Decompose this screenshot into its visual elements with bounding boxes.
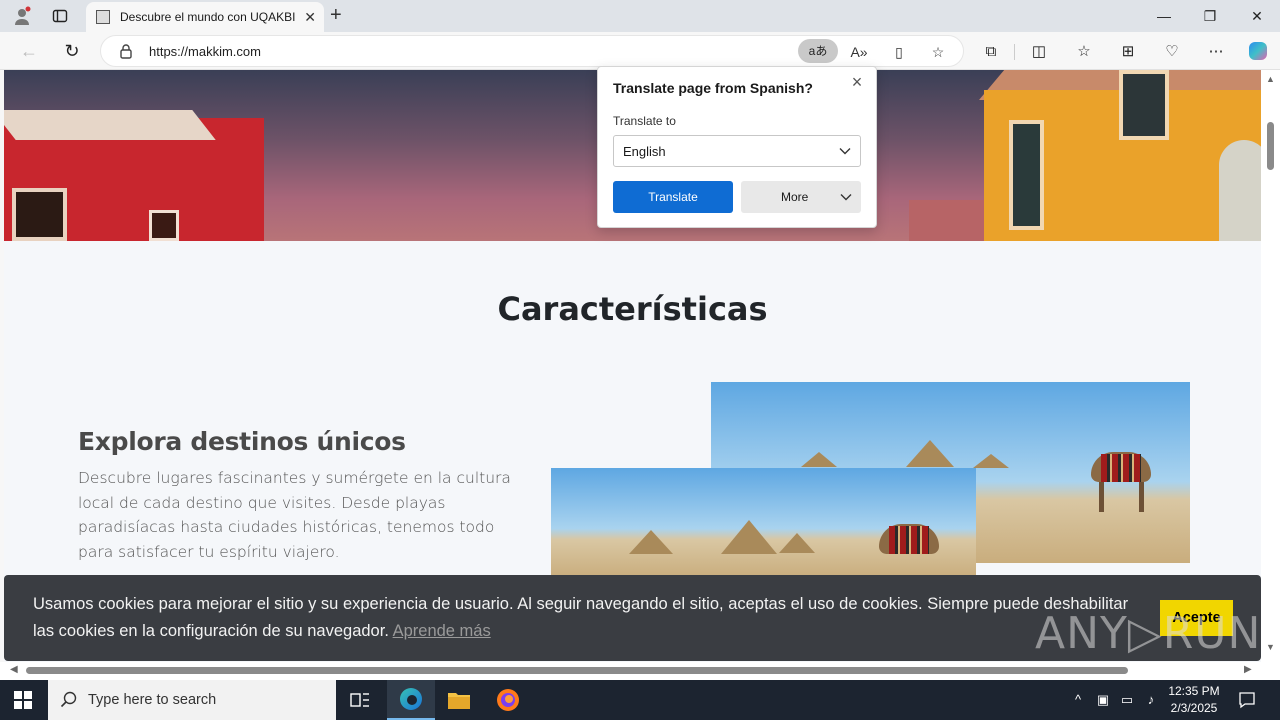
tab-title: Descubre el mundo con UQAKBI — [120, 10, 295, 24]
more-button[interactable]: More — [741, 181, 861, 213]
pyramid-shape — [779, 533, 815, 553]
notifications-icon[interactable] — [1238, 691, 1256, 709]
section-title: Características — [497, 290, 768, 328]
windows-start-icon[interactable] — [14, 691, 32, 709]
selected-language: English — [623, 144, 666, 159]
watermark-logo: ANY▷RUN — [1035, 608, 1262, 659]
more-menu-icon[interactable]: ⋯ — [1205, 40, 1227, 62]
collections-icon[interactable]: ⊞ — [1117, 40, 1139, 62]
page-favicon-icon — [96, 10, 110, 24]
edge-taskbar-icon[interactable] — [387, 680, 435, 720]
horizontal-scrollbar[interactable]: ◀ ▶ — [0, 662, 1261, 680]
clock-time: 12:35 PM — [1168, 684, 1220, 698]
system-clock[interactable]: 12:35 PM 2/3/2025 — [1160, 683, 1228, 717]
hero-window — [1119, 70, 1169, 140]
more-button-label: More — [781, 190, 809, 204]
camel-leg — [1099, 482, 1104, 512]
favorite-star-icon[interactable]: ☆ — [927, 41, 949, 63]
translate-button[interactable]: Translate — [613, 181, 733, 213]
volume-icon[interactable]: ♪ — [1143, 692, 1159, 708]
immersive-reader-icon[interactable]: ▯ — [888, 41, 910, 63]
network-icon[interactable]: ▭ — [1119, 692, 1135, 708]
pyramid-shape — [721, 520, 777, 554]
hero-building-pink — [909, 200, 989, 241]
extensions-icon[interactable]: ⧉ — [980, 40, 1002, 62]
tab-bar: Descubre el mundo con UQAKBI ✕ + — ❐ ✕ — [0, 0, 1280, 32]
hero-window — [149, 210, 179, 241]
pyramid-shape — [973, 454, 1009, 468]
restore-icon[interactable]: ❐ — [1200, 6, 1220, 26]
chevron-down-icon — [838, 144, 852, 158]
windows-taskbar: Type here to search ^ ▣ ▭ ♪ 12:35 PM 2/3… — [0, 680, 1280, 720]
hero-arch — [1219, 140, 1261, 241]
camel-blanket — [889, 526, 929, 554]
cookie-message: Usamos cookies para mejorar el sitio y s… — [33, 595, 1129, 640]
favorites-icon[interactable]: ☆ — [1073, 40, 1095, 62]
battery-icon[interactable]: ▣ — [1095, 692, 1111, 708]
translate-to-label: Translate to — [613, 114, 676, 128]
hero-window — [1009, 120, 1044, 230]
clock-date: 2/3/2025 — [1170, 701, 1218, 715]
cookie-text-wrapper: Usamos cookies para mejorar el sitio y s… — [33, 591, 1133, 645]
lock-icon[interactable] — [119, 43, 133, 59]
search-placeholder: Type here to search — [88, 692, 217, 708]
camel-image — [869, 514, 949, 574]
scroll-down-icon[interactable]: ▼ — [1266, 642, 1275, 652]
camel-leg — [1139, 482, 1144, 512]
scroll-up-icon[interactable]: ▲ — [1266, 74, 1275, 84]
minimize-icon[interactable]: — — [1154, 6, 1174, 26]
refresh-icon[interactable]: ↻ — [61, 40, 83, 62]
split-screen-icon[interactable]: ◫ — [1028, 40, 1050, 62]
chevron-up-icon[interactable]: ^ — [1070, 692, 1086, 708]
new-tab-icon[interactable]: + — [330, 4, 342, 27]
feature-title: Explora destinos únicos — [78, 427, 406, 456]
address-bar[interactable]: https://makkim.com aあ A» ▯ ☆ — [100, 35, 964, 67]
language-select[interactable]: English — [613, 135, 861, 167]
vertical-scrollbar[interactable]: ▲ ▼ — [1261, 70, 1280, 662]
scroll-left-icon[interactable]: ◀ — [10, 664, 18, 675]
camel-image — [1081, 442, 1161, 512]
tab-actions-icon[interactable] — [50, 6, 70, 26]
vertical-scroll-thumb[interactable] — [1267, 122, 1274, 170]
taskbar-search-box[interactable]: Type here to search — [48, 680, 336, 720]
close-icon[interactable]: × — [848, 73, 866, 91]
hero-window — [12, 188, 67, 241]
chevron-down-icon — [839, 190, 853, 204]
pyramids-photo-front — [551, 468, 976, 578]
tab-active[interactable]: Descubre el mundo con UQAKBI ✕ — [86, 2, 324, 32]
popup-title: Translate page from Spanish? — [613, 80, 813, 96]
close-window-icon[interactable]: ✕ — [1247, 6, 1267, 26]
file-explorer-icon[interactable] — [435, 680, 483, 720]
camel-blanket — [1101, 454, 1141, 482]
pyramid-shape — [906, 440, 954, 467]
tab-close-icon[interactable]: ✕ — [304, 9, 316, 26]
browser-toolbar: ← ↻ https://makkim.com aあ A» ▯ ☆ ⧉ ◫ ☆ ⊞… — [0, 32, 1280, 70]
pyramid-shape — [801, 452, 837, 467]
scrollbar-corner — [1261, 662, 1280, 680]
firefox-icon[interactable] — [484, 680, 532, 720]
learn-more-link[interactable]: Aprende más — [393, 622, 491, 640]
profile-icon[interactable] — [12, 6, 32, 26]
browser-essentials-icon[interactable]: ♡ — [1161, 40, 1183, 62]
copilot-icon[interactable] — [1247, 40, 1269, 62]
pyramid-shape — [629, 530, 673, 554]
task-view-icon[interactable] — [336, 680, 384, 720]
translate-icon[interactable]: aあ — [798, 39, 838, 63]
back-icon[interactable]: ← — [18, 40, 40, 62]
translate-popup: Translate page from Spanish? × Translate… — [597, 66, 877, 228]
horizontal-scroll-thumb[interactable] — [26, 667, 1128, 674]
url-text[interactable]: https://makkim.com — [149, 44, 261, 59]
hero-roof-red — [4, 110, 216, 140]
read-aloud-icon[interactable]: A» — [848, 41, 870, 63]
toolbar-divider — [1014, 44, 1015, 60]
scroll-right-icon[interactable]: ▶ — [1244, 664, 1252, 675]
feature-description: Descubre lugares fascinantes y sumérgete… — [78, 469, 511, 561]
search-icon — [60, 691, 78, 709]
